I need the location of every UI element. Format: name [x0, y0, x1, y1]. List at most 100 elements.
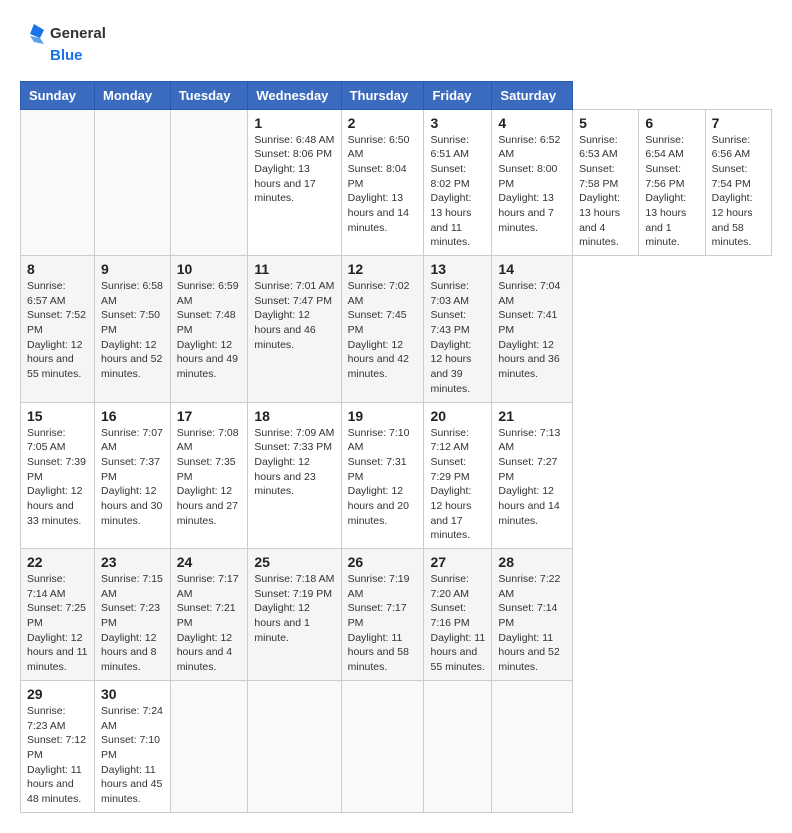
day-info: Sunrise: 7:24 AM Sunset: 7:10 PM Dayligh… [101, 704, 164, 807]
day-info: Sunrise: 7:14 AM Sunset: 7:25 PM Dayligh… [27, 572, 88, 675]
day-number: 20 [430, 408, 485, 424]
day-info: Sunrise: 6:54 AM Sunset: 7:56 PM Dayligh… [645, 133, 698, 251]
day-number: 30 [101, 686, 164, 702]
day-number: 2 [348, 115, 418, 131]
day-info: Sunrise: 7:12 AM Sunset: 7:29 PM Dayligh… [430, 426, 485, 544]
day-info: Sunrise: 7:07 AM Sunset: 7:37 PM Dayligh… [101, 426, 164, 529]
calendar-cell: 14 Sunrise: 7:04 AM Sunset: 7:41 PM Dayl… [492, 256, 573, 403]
calendar-header-sunday: Sunday [21, 81, 95, 109]
day-info: Sunrise: 7:01 AM Sunset: 7:47 PM Dayligh… [254, 279, 334, 352]
day-info: Sunrise: 6:58 AM Sunset: 7:50 PM Dayligh… [101, 279, 164, 382]
day-info: Sunrise: 6:57 AM Sunset: 7:52 PM Dayligh… [27, 279, 88, 382]
calendar-cell: 23 Sunrise: 7:15 AM Sunset: 7:23 PM Dayl… [95, 549, 171, 681]
day-info: Sunrise: 7:09 AM Sunset: 7:33 PM Dayligh… [254, 426, 334, 499]
calendar-week-2: 8 Sunrise: 6:57 AM Sunset: 7:52 PM Dayli… [21, 256, 772, 403]
day-number: 16 [101, 408, 164, 424]
day-info: Sunrise: 6:53 AM Sunset: 7:58 PM Dayligh… [579, 133, 632, 251]
calendar-week-5: 29 Sunrise: 7:23 AM Sunset: 7:12 PM Dayl… [21, 680, 772, 812]
calendar-cell: 22 Sunrise: 7:14 AM Sunset: 7:25 PM Dayl… [21, 549, 95, 681]
day-info: Sunrise: 7:04 AM Sunset: 7:41 PM Dayligh… [498, 279, 566, 382]
day-number: 14 [498, 261, 566, 277]
day-info: Sunrise: 7:03 AM Sunset: 7:43 PM Dayligh… [430, 279, 485, 397]
calendar-header-thursday: Thursday [341, 81, 424, 109]
day-number: 1 [254, 115, 334, 131]
calendar-cell: 24 Sunrise: 7:17 AM Sunset: 7:21 PM Dayl… [170, 549, 248, 681]
calendar-week-1: 1 Sunrise: 6:48 AM Sunset: 8:06 PM Dayli… [21, 109, 772, 256]
calendar-cell: 27 Sunrise: 7:20 AM Sunset: 7:16 PM Dayl… [424, 549, 492, 681]
calendar-cell: 7 Sunrise: 6:56 AM Sunset: 7:54 PM Dayli… [705, 109, 771, 256]
day-number: 9 [101, 261, 164, 277]
calendar-cell: 2 Sunrise: 6:50 AM Sunset: 8:04 PM Dayli… [341, 109, 424, 256]
day-number: 8 [27, 261, 88, 277]
day-number: 10 [177, 261, 242, 277]
calendar-cell: 20 Sunrise: 7:12 AM Sunset: 7:29 PM Dayl… [424, 402, 492, 549]
calendar-cell: 16 Sunrise: 7:07 AM Sunset: 7:37 PM Dayl… [95, 402, 171, 549]
day-info: Sunrise: 6:59 AM Sunset: 7:48 PM Dayligh… [177, 279, 242, 382]
calendar-cell: 1 Sunrise: 6:48 AM Sunset: 8:06 PM Dayli… [248, 109, 341, 256]
day-number: 27 [430, 554, 485, 570]
day-number: 7 [712, 115, 765, 131]
day-info: Sunrise: 7:23 AM Sunset: 7:12 PM Dayligh… [27, 704, 88, 807]
day-number: 13 [430, 261, 485, 277]
calendar-cell: 9 Sunrise: 6:58 AM Sunset: 7:50 PM Dayli… [95, 256, 171, 403]
calendar-cell: 3 Sunrise: 6:51 AM Sunset: 8:02 PM Dayli… [424, 109, 492, 256]
calendar-header-saturday: Saturday [492, 81, 573, 109]
day-number: 28 [498, 554, 566, 570]
calendar-week-4: 22 Sunrise: 7:14 AM Sunset: 7:25 PM Dayl… [21, 549, 772, 681]
calendar-week-3: 15 Sunrise: 7:05 AM Sunset: 7:39 PM Dayl… [21, 402, 772, 549]
calendar-cell: 10 Sunrise: 6:59 AM Sunset: 7:48 PM Dayl… [170, 256, 248, 403]
day-info: Sunrise: 6:48 AM Sunset: 8:06 PM Dayligh… [254, 133, 334, 206]
day-number: 19 [348, 408, 418, 424]
logo-text: General Blue [20, 20, 106, 65]
calendar-cell: 30 Sunrise: 7:24 AM Sunset: 7:10 PM Dayl… [95, 680, 171, 812]
calendar-cell [170, 680, 248, 812]
day-info: Sunrise: 6:52 AM Sunset: 8:00 PM Dayligh… [498, 133, 566, 236]
logo-general: General [50, 26, 106, 43]
day-info: Sunrise: 6:50 AM Sunset: 8:04 PM Dayligh… [348, 133, 418, 236]
calendar-cell: 12 Sunrise: 7:02 AM Sunset: 7:45 PM Dayl… [341, 256, 424, 403]
day-number: 22 [27, 554, 88, 570]
calendar-cell [248, 680, 341, 812]
day-number: 21 [498, 408, 566, 424]
day-info: Sunrise: 7:19 AM Sunset: 7:17 PM Dayligh… [348, 572, 418, 675]
calendar-cell: 21 Sunrise: 7:13 AM Sunset: 7:27 PM Dayl… [492, 402, 573, 549]
day-number: 5 [579, 115, 632, 131]
day-info: Sunrise: 7:17 AM Sunset: 7:21 PM Dayligh… [177, 572, 242, 675]
day-info: Sunrise: 7:15 AM Sunset: 7:23 PM Dayligh… [101, 572, 164, 675]
logo: General Blue [20, 20, 106, 65]
day-number: 6 [645, 115, 698, 131]
calendar-header-wednesday: Wednesday [248, 81, 341, 109]
calendar-cell: 25 Sunrise: 7:18 AM Sunset: 7:19 PM Dayl… [248, 549, 341, 681]
day-number: 25 [254, 554, 334, 570]
calendar-cell: 13 Sunrise: 7:03 AM Sunset: 7:43 PM Dayl… [424, 256, 492, 403]
header: General Blue [20, 20, 772, 65]
calendar-cell: 18 Sunrise: 7:09 AM Sunset: 7:33 PM Dayl… [248, 402, 341, 549]
calendar-cell: 6 Sunrise: 6:54 AM Sunset: 7:56 PM Dayli… [639, 109, 705, 256]
day-number: 17 [177, 408, 242, 424]
day-number: 26 [348, 554, 418, 570]
day-number: 12 [348, 261, 418, 277]
day-info: Sunrise: 7:13 AM Sunset: 7:27 PM Dayligh… [498, 426, 566, 529]
day-number: 23 [101, 554, 164, 570]
calendar-cell [341, 680, 424, 812]
calendar-header-friday: Friday [424, 81, 492, 109]
logo-bird-icon [20, 20, 48, 48]
day-number: 18 [254, 408, 334, 424]
day-info: Sunrise: 6:51 AM Sunset: 8:02 PM Dayligh… [430, 133, 485, 251]
calendar-cell: 4 Sunrise: 6:52 AM Sunset: 8:00 PM Dayli… [492, 109, 573, 256]
day-info: Sunrise: 7:08 AM Sunset: 7:35 PM Dayligh… [177, 426, 242, 529]
day-info: Sunrise: 7:05 AM Sunset: 7:39 PM Dayligh… [27, 426, 88, 529]
calendar-cell: 15 Sunrise: 7:05 AM Sunset: 7:39 PM Dayl… [21, 402, 95, 549]
day-number: 3 [430, 115, 485, 131]
calendar-cell: 28 Sunrise: 7:22 AM Sunset: 7:14 PM Dayl… [492, 549, 573, 681]
calendar-cell: 19 Sunrise: 7:10 AM Sunset: 7:31 PM Dayl… [341, 402, 424, 549]
day-info: Sunrise: 6:56 AM Sunset: 7:54 PM Dayligh… [712, 133, 765, 251]
calendar-cell: 29 Sunrise: 7:23 AM Sunset: 7:12 PM Dayl… [21, 680, 95, 812]
day-number: 24 [177, 554, 242, 570]
calendar-cell [170, 109, 248, 256]
day-info: Sunrise: 7:20 AM Sunset: 7:16 PM Dayligh… [430, 572, 485, 675]
day-info: Sunrise: 7:10 AM Sunset: 7:31 PM Dayligh… [348, 426, 418, 529]
calendar-header-row: SundayMondayTuesdayWednesdayThursdayFrid… [21, 81, 772, 109]
calendar-cell: 17 Sunrise: 7:08 AM Sunset: 7:35 PM Dayl… [170, 402, 248, 549]
calendar-header-monday: Monday [95, 81, 171, 109]
